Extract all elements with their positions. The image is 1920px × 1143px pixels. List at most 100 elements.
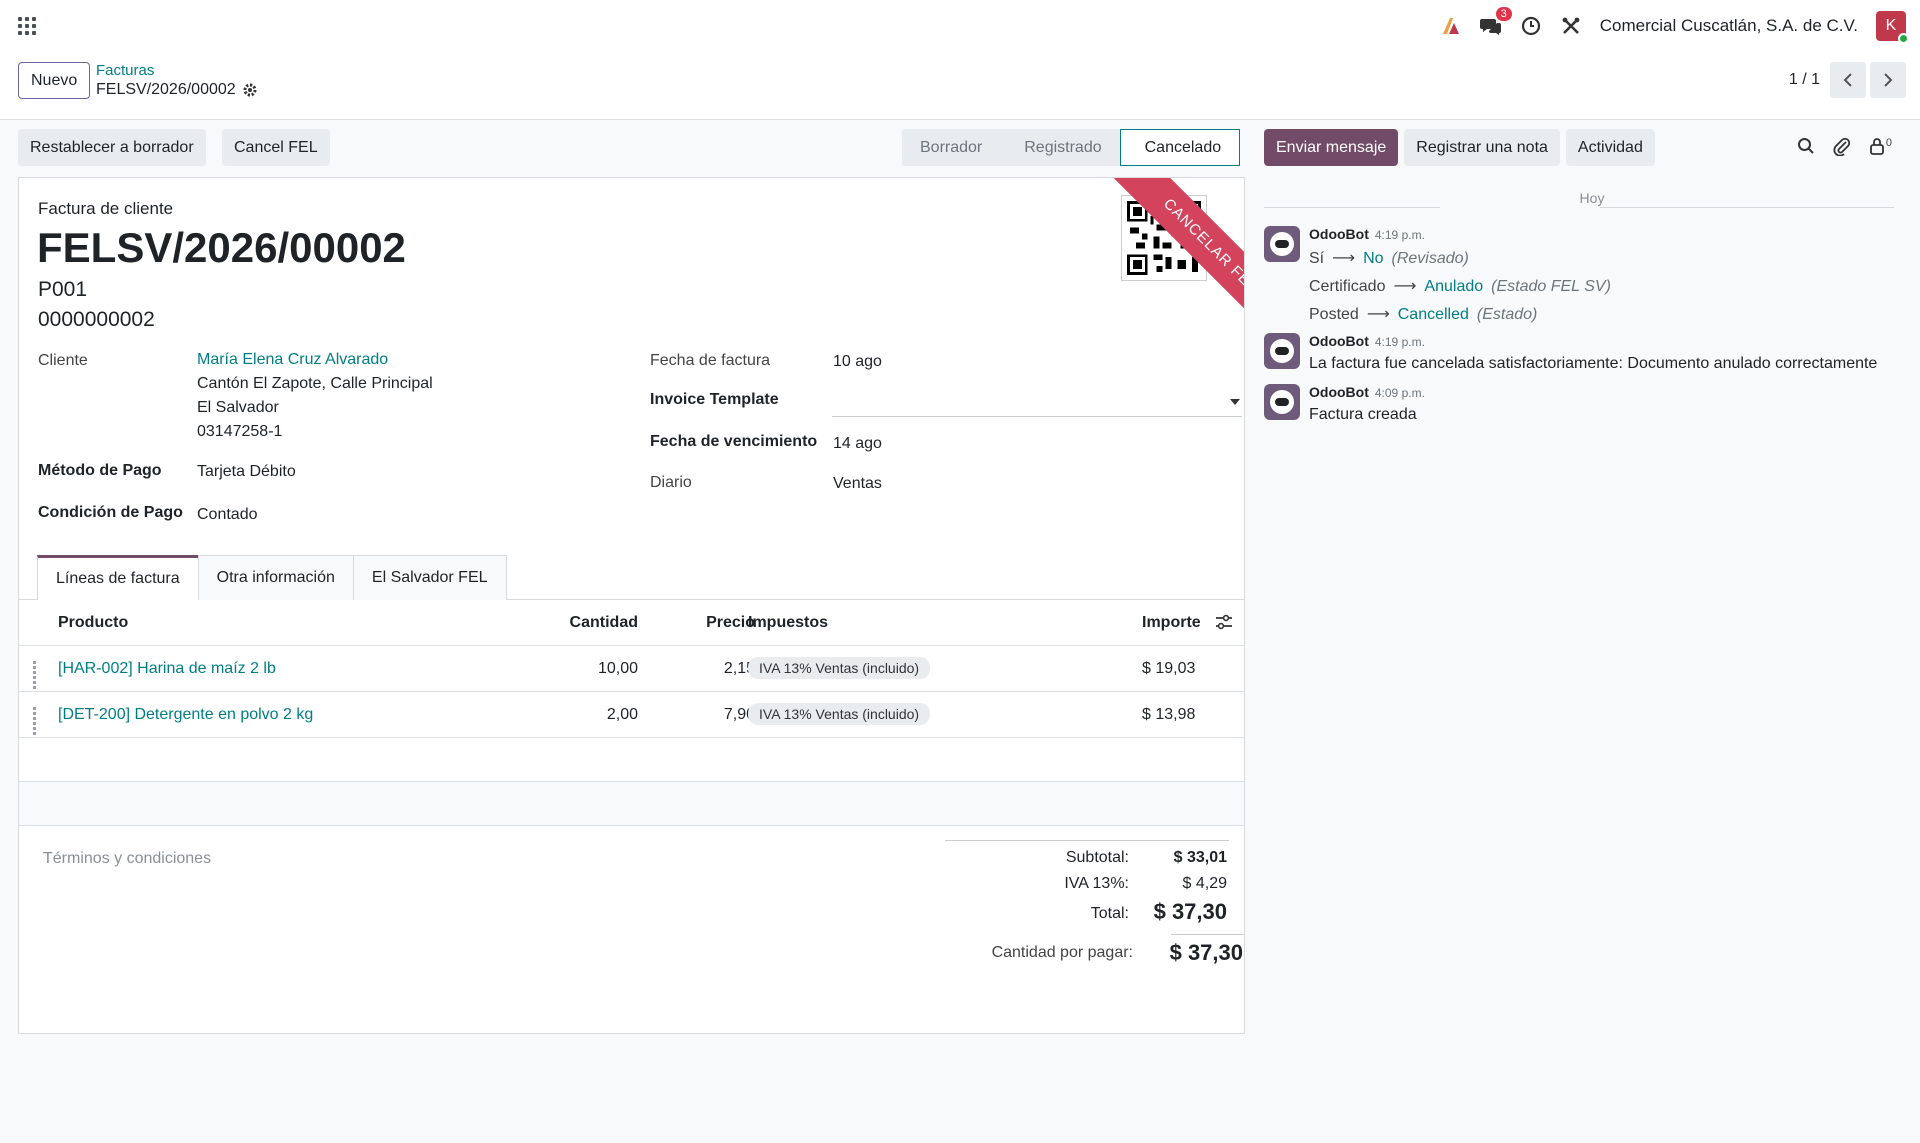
product-link[interactable]: [DET-200] Detergente en polvo 2 kg	[58, 706, 313, 723]
apps-grid-icon[interactable]	[18, 17, 36, 35]
header-taxes[interactable]: Impuestos	[748, 600, 828, 646]
stage-registrado[interactable]: Registrado	[1000, 129, 1120, 166]
tracking-field: (Revisado)	[1391, 250, 1469, 267]
chatter-message: OdooBot 4:19 p.m. La factura fue cancelad…	[1264, 331, 1920, 376]
tracking-field: (Estado FEL SV)	[1491, 278, 1611, 295]
arrow-right-icon: ⟶	[1393, 278, 1417, 295]
stage-cancelado[interactable]: Cancelado	[1119, 129, 1241, 166]
gear-icon[interactable]	[242, 82, 258, 98]
invoice-template-select[interactable]	[832, 391, 1242, 417]
due-date-label: Fecha de vencimiento	[650, 433, 818, 450]
tracking-old: Sí	[1309, 250, 1325, 267]
date-separator-label: Hoy	[1567, 190, 1617, 206]
chevron-right-icon	[1884, 73, 1893, 87]
payment-method-field[interactable]: Tarjeta Débito	[197, 460, 296, 484]
new-button[interactable]: Nuevo	[18, 62, 91, 99]
company-switcher[interactable]: Comercial Cuscatlán, S.A. de C.V.	[1600, 16, 1858, 36]
terms-and-conditions-field[interactable]: Términos y condiciones	[43, 850, 211, 868]
line-amount: $ 19,03	[1142, 660, 1196, 677]
payment-condition-label: Condición de Pago	[38, 504, 183, 521]
line-taxes: IVA 13% Ventas (incluido)	[748, 692, 931, 738]
tab-el-salvador-fel[interactable]: El Salvador FEL	[352, 555, 507, 600]
odoobot-avatar[interactable]	[1264, 384, 1300, 420]
message-body: La factura fue cancelada satisfactoriame…	[1309, 355, 1878, 372]
tax-badge: IVA 13% Ventas (incluido)	[748, 703, 931, 725]
followers-count: 0	[1885, 137, 1892, 149]
invoice-date-label: Fecha de factura	[650, 352, 771, 369]
subtotal-line: Subtotal: $ 33,01	[945, 845, 1229, 871]
product-link[interactable]: [HAR-002] Harina de maíz 2 lb	[58, 660, 276, 677]
control-number: 0000000002	[38, 308, 155, 331]
message-time: 4:19 p.m.	[1374, 335, 1425, 349]
customer-label: Cliente	[38, 352, 88, 369]
message-time: 4:19 p.m.	[1374, 228, 1425, 242]
send-message-button[interactable]: Enviar mensaje	[1264, 129, 1399, 166]
reset-to-draft-button[interactable]: Restablecer a borrador	[18, 129, 206, 166]
tools-icon[interactable]	[1560, 15, 1582, 37]
lock-user-icon	[1869, 138, 1884, 155]
header-product[interactable]: Producto	[58, 600, 128, 646]
message-header: OdooBot 4:19 p.m.	[1309, 331, 1920, 352]
odoobot-avatar[interactable]	[1264, 333, 1300, 369]
message-header: OdooBot 4:09 p.m.	[1309, 382, 1920, 403]
clock-activity-icon[interactable]	[1520, 15, 1542, 37]
pager-previous-button[interactable]	[1830, 62, 1866, 98]
message-time: 4:09 p.m.	[1374, 386, 1425, 400]
invoice-template-label: Invoice Template	[650, 391, 779, 408]
tab-other-info[interactable]: Otra información	[197, 555, 354, 600]
tracking-old: Posted	[1309, 306, 1359, 323]
breadcrumb-current: FELSV/2026/00002	[96, 80, 258, 100]
cancel-fel-button[interactable]: Cancel FEL	[222, 129, 330, 166]
payment-condition-field[interactable]: Contado	[197, 503, 258, 527]
message-header: OdooBot 4:19 p.m.	[1309, 224, 1920, 245]
chatter-thread: Hoy OdooBot 4:19 p.m. Sí ⟶ No (Revisado) Cer…	[1264, 190, 1920, 427]
tracking-new: Anulado	[1424, 278, 1484, 295]
message-author[interactable]: OdooBot	[1309, 226, 1369, 242]
log-note-button[interactable]: Registrar una nota	[1404, 129, 1560, 166]
navbar-systray: 3 Comercial Cuscatlán, S.A. de C.V. K	[1440, 0, 1909, 52]
line-quantity: 10,00	[597, 660, 638, 677]
iva-value: $ 4,29	[1182, 875, 1227, 892]
drag-handle-icon[interactable]	[33, 707, 41, 735]
breadcrumb-current-label: FELSV/2026/00002	[96, 81, 236, 98]
message-author[interactable]: OdooBot	[1309, 333, 1369, 349]
followers-button[interactable]: 0	[1869, 137, 1892, 155]
header-quantity[interactable]: Cantidad	[570, 600, 638, 646]
pager-next-button[interactable]	[1870, 62, 1906, 98]
header-amount[interactable]: Importe	[1142, 600, 1201, 646]
message-author[interactable]: OdooBot	[1309, 384, 1369, 400]
line-product: [DET-200] Detergente en polvo 2 kg	[58, 692, 313, 738]
online-status-dot	[1898, 33, 1909, 44]
activity-button[interactable]: Actividad	[1565, 129, 1655, 166]
optional-columns-icon[interactable]	[1215, 614, 1233, 632]
discuss-chat-icon[interactable]: 3	[1479, 7, 1512, 37]
statusbar-stages: Borrador Registrado Cancelado	[902, 129, 1241, 166]
tracking-value: Posted ⟶ Cancelled (Estado)	[1309, 301, 1920, 329]
tab-invoice-lines[interactable]: Líneas de factura	[37, 555, 199, 600]
drag-handle-icon[interactable]	[33, 661, 41, 689]
paperclip-icon[interactable]	[1833, 136, 1851, 156]
table-row[interactable]: [HAR-002] Harina de maíz 2 lb 10,00 2,15…	[19, 646, 1244, 692]
ai-assistant-icon[interactable]	[1440, 15, 1462, 37]
tax-totals: Subtotal: $ 33,01 IVA 13%: $ 4,29 Total:…	[945, 840, 1229, 931]
breadcrumb-parent-link[interactable]: Facturas	[96, 62, 258, 80]
cancel-fel-ribbon: CANCELAR FEL	[1074, 178, 1244, 348]
odoobot-avatar[interactable]	[1264, 226, 1300, 262]
pager-value[interactable]: 1 / 1	[1789, 71, 1820, 89]
empty-row	[19, 782, 1244, 826]
due-date-field[interactable]: 14 ago	[833, 432, 882, 456]
stage-borrador[interactable]: Borrador	[902, 129, 1001, 166]
document-type: Factura de cliente	[38, 199, 174, 218]
table-row[interactable]: [DET-200] Detergente en polvo 2 kg 2,00 …	[19, 692, 1244, 738]
invoice-lines-table: Producto Cantidad Precio Impuestos Impor…	[19, 600, 1244, 826]
customer-link[interactable]: María Elena Cruz Alvarado	[197, 351, 388, 368]
customer-block: María Elena Cruz Alvarado Cantón El Zapo…	[197, 348, 433, 444]
control-panel: Nuevo Facturas FELSV/2026/00002 1 / 1	[0, 52, 1920, 120]
user-avatar[interactable]: K	[1876, 11, 1909, 44]
search-icon[interactable]	[1797, 137, 1815, 155]
invoice-date-field[interactable]: 10 ago	[833, 350, 882, 374]
journal-field[interactable]: Ventas	[833, 472, 882, 496]
tracking-new: Cancelled	[1397, 306, 1469, 323]
invoice-number: FELSV/2026/00002	[37, 224, 406, 271]
iva-line: IVA 13%: $ 4,29	[945, 871, 1229, 897]
